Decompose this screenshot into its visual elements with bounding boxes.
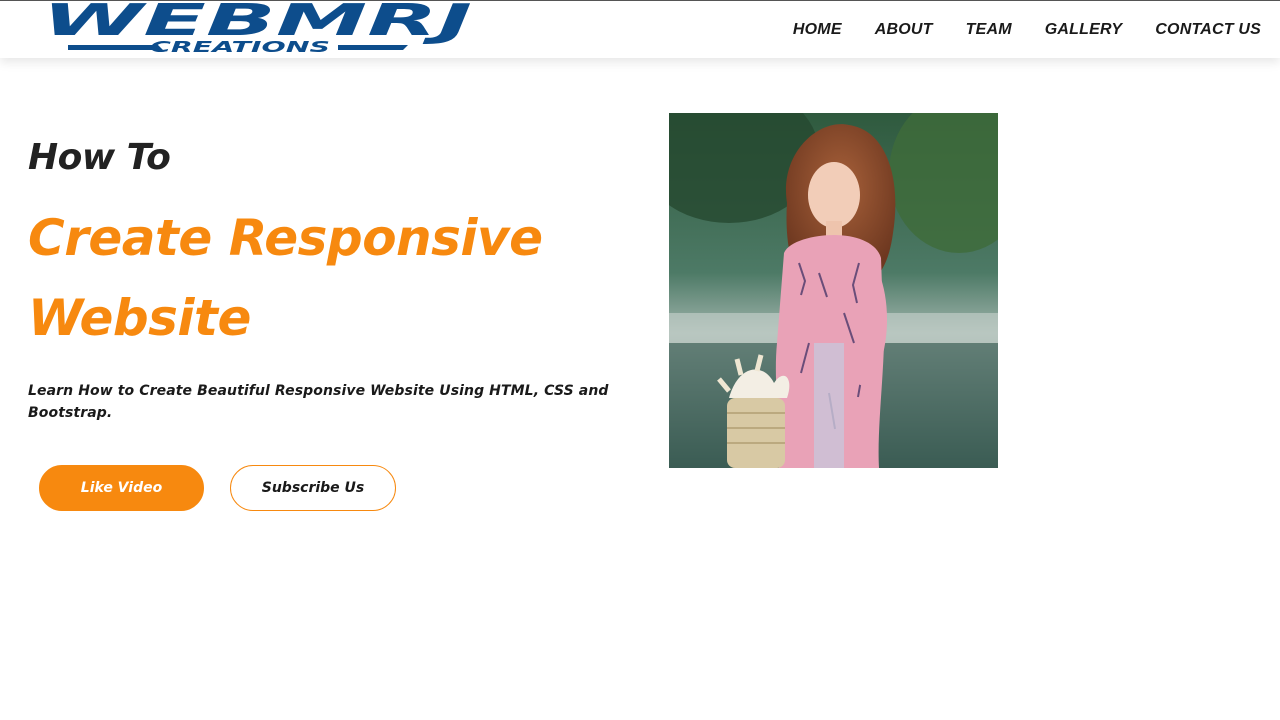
svg-text:CREATIONS: CREATIONS (150, 38, 330, 55)
like-video-button[interactable]: Like Video (39, 465, 204, 511)
navbar: WEBMRJ CREATIONS HOME ABOUT TEAM GALLERY… (0, 0, 1280, 58)
hero-title-line2: Website (28, 289, 251, 347)
nav-link-about[interactable]: ABOUT (875, 21, 933, 39)
hero-title-line1: Create Responsive (28, 209, 543, 267)
hero-subtitle: Learn How to Create Beautiful Responsive… (28, 383, 609, 421)
nav-link-team[interactable]: TEAM (966, 21, 1012, 39)
hero-section: How To Create Responsive Website Learn H… (28, 136, 648, 424)
subscribe-button[interactable]: Subscribe Us (230, 465, 396, 511)
nav-link-home[interactable]: HOME (793, 21, 842, 39)
nav-link-contact[interactable]: CONTACT US (1155, 21, 1261, 39)
hero-eyebrow: How To (28, 137, 171, 178)
hero-image (669, 113, 998, 468)
nav-link-gallery[interactable]: GALLERY (1045, 21, 1123, 39)
nav-menu: HOME ABOUT TEAM GALLERY CONTACT US (793, 21, 1261, 39)
brand-logo[interactable]: WEBMRJ CREATIONS (38, 1, 478, 55)
woman-photo-icon (669, 113, 998, 468)
hero-title: Create Responsive Website (28, 198, 648, 358)
